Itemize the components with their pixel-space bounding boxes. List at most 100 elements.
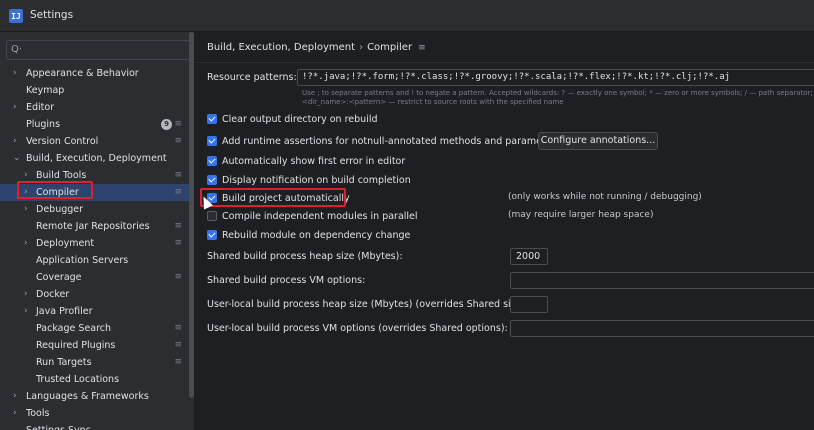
sidebar-item-appearance-behavior[interactable]: › Appearance & Behavior — [0, 65, 190, 82]
checkbox-checked[interactable] — [207, 156, 217, 166]
sidebar-item-keymap[interactable]: Keymap — [0, 82, 190, 99]
chevron-right-icon[interactable]: › — [13, 99, 21, 116]
project-settings-icon: ≡ — [174, 238, 182, 248]
shared-heap-label: Shared build process heap size (Mbytes): — [207, 251, 403, 262]
compile-parallel-note: (may require larger heap space) — [508, 210, 654, 220]
user-heap-label: User-local build process heap size (Mbyt… — [207, 299, 529, 310]
sidebar-item-label: Deployment — [36, 238, 95, 249]
hamburger-icon[interactable]: ≡ — [418, 43, 426, 53]
sidebar-item-settings-sync[interactable]: Settings Sync — [0, 422, 190, 430]
header-divider — [196, 62, 814, 63]
sidebar-item-label: Coverage — [36, 272, 82, 283]
sidebar-item-package-search[interactable]: Package Search ≡ — [0, 320, 190, 337]
sidebar-item-label: Keymap — [26, 85, 65, 96]
chevron-right-icon[interactable]: › — [13, 65, 21, 82]
sidebar-item-required-plugins[interactable]: Required Plugins ≡ — [0, 337, 190, 354]
shared-heap-input[interactable]: 2000 — [510, 248, 548, 265]
sidebar-item-label: Plugins — [26, 119, 61, 130]
chevron-right-icon[interactable]: › — [13, 133, 21, 150]
chevron-right-icon[interactable]: › — [13, 388, 21, 405]
checkbox-checked[interactable] — [207, 136, 217, 146]
runtime-assertions-checkbox[interactable]: Add runtime assertions for notnull-annot… — [207, 134, 560, 148]
shared-vm-input[interactable] — [510, 272, 814, 289]
sidebar-item-label: Remote Jar Repositories — [36, 221, 150, 232]
user-vm-input[interactable] — [510, 320, 814, 337]
resource-patterns-label: Resource patterns: — [207, 72, 297, 83]
sidebar-item-debugger[interactable]: › Debugger — [0, 201, 190, 218]
sidebar-item-docker[interactable]: › Docker — [0, 286, 190, 303]
sidebar-item-label: Version Control — [26, 136, 99, 147]
project-settings-icon: ≡ — [174, 187, 182, 197]
sidebar-item-trusted-locations[interactable]: Trusted Locations — [0, 371, 190, 388]
shared-vm-label: Shared build process VM options: — [207, 275, 366, 286]
sidebar-item-coverage[interactable]: Coverage ≡ — [0, 269, 190, 286]
sidebar-item-label: Docker — [36, 289, 70, 300]
chevron-right-icon[interactable]: › — [24, 235, 32, 252]
sidebar-item-languages-frameworks[interactable]: › Languages & Frameworks — [0, 388, 190, 405]
compile-parallel-checkbox[interactable]: Compile independent modules in parallel — [207, 209, 418, 223]
user-heap-input[interactable] — [510, 296, 548, 313]
project-settings-icon: ≡ — [174, 323, 182, 333]
settings-search[interactable]: Q· — [6, 40, 190, 60]
project-settings-icon: ≡ — [174, 170, 182, 180]
sidebar-item-run-targets[interactable]: Run Targets ≡ — [0, 354, 190, 371]
title-bar: IJ Settings — [0, 0, 814, 32]
checkbox-checked[interactable] — [207, 230, 217, 240]
sidebar-scrollbar[interactable] — [189, 32, 194, 398]
sidebar-item-label: Build, Execution, Deployment — [26, 153, 167, 164]
chevron-right-icon[interactable]: › — [24, 201, 32, 218]
project-settings-icon: ≡ — [174, 119, 182, 129]
compiler-settings-panel: Build, Execution, Deployment › Compiler ≡ R… — [196, 32, 814, 430]
checkbox-unchecked[interactable] — [207, 211, 217, 221]
chevron-down-icon[interactable]: ⌄ — [13, 150, 21, 167]
sidebar-item-plugins[interactable]: Plugins 9 ≡ — [0, 116, 190, 133]
build-automatically-note: (only works while not running / debuggin… — [508, 192, 702, 202]
project-settings-icon: ≡ — [174, 357, 182, 367]
sidebar-item-editor[interactable]: › Editor — [0, 99, 190, 116]
chevron-right-icon[interactable]: › — [24, 303, 32, 320]
breadcrumb: Build, Execution, Deployment › Compiler ≡ — [207, 42, 426, 53]
sidebar-item-application-servers[interactable]: Application Servers — [0, 252, 190, 269]
resource-patterns-input[interactable]: !?*.java;!?*.form;!?*.class;!?*.groovy;!… — [297, 69, 814, 86]
checkbox-checked[interactable] — [207, 114, 217, 124]
sidebar-item-label: Editor — [26, 102, 55, 113]
sidebar-item-build-execution-deployment[interactable]: ⌄ Build, Execution, Deployment — [0, 150, 190, 167]
build-automatically-highlight-box — [200, 188, 346, 207]
clear-output-checkbox[interactable]: Clear output directory on rebuild — [207, 112, 378, 126]
sidebar-item-label: Settings Sync — [26, 422, 91, 430]
app-logo-icon: IJ — [9, 9, 23, 23]
sidebar-item-label: Run Targets — [36, 357, 92, 368]
chevron-right-icon[interactable]: › — [24, 286, 32, 303]
sidebar-item-label: Application Servers — [36, 255, 129, 266]
rebuild-module-checkbox[interactable]: Rebuild module on dependency change — [207, 228, 410, 242]
compiler-highlight-box — [17, 181, 93, 199]
update-count-badge: 9 — [161, 119, 172, 130]
checkbox-checked[interactable] — [207, 175, 217, 185]
settings-sidebar: Q· › Appearance & Behavior Keymap › Editor Pl… — [0, 32, 195, 430]
show-first-error-checkbox[interactable]: Automatically show first error in editor — [207, 154, 405, 168]
search-input[interactable] — [25, 43, 185, 57]
sidebar-item-label: Required Plugins — [36, 340, 116, 351]
sidebar-item-remote-jar-repositories[interactable]: Remote Jar Repositories ≡ — [0, 218, 190, 235]
window-title: Settings — [30, 9, 74, 21]
sidebar-item-label: Tools — [26, 408, 50, 419]
sidebar-item-tools[interactable]: › Tools — [0, 405, 190, 422]
search-icon: Q· — [11, 44, 23, 55]
sidebar-item-deployment[interactable]: › Deployment ≡ — [0, 235, 190, 252]
breadcrumb-parent[interactable]: Build, Execution, Deployment — [207, 42, 355, 53]
project-settings-icon: ≡ — [174, 340, 182, 350]
breadcrumb-separator: › — [359, 42, 364, 53]
display-notification-checkbox[interactable]: Display notification on build completion — [207, 173, 411, 187]
sidebar-item-label: Package Search — [36, 323, 112, 334]
sidebar-item-label: Trusted Locations — [36, 374, 120, 385]
project-settings-icon: ≡ — [174, 272, 182, 282]
sidebar-item-version-control[interactable]: › Version Control ≡ — [0, 133, 190, 150]
sidebar-item-label: Debugger — [36, 204, 84, 215]
user-vm-label: User-local build process VM options (ove… — [207, 323, 508, 334]
resource-patterns-hint: Use ; to separate patterns and ! to nega… — [302, 89, 813, 97]
sidebar-item-label: Languages & Frameworks — [26, 391, 149, 402]
project-settings-icon: ≡ — [174, 221, 182, 231]
configure-annotations-button[interactable]: Configure annotations... — [538, 132, 658, 150]
sidebar-item-java-profiler[interactable]: › Java Profiler — [0, 303, 190, 320]
chevron-right-icon[interactable]: › — [13, 405, 21, 422]
